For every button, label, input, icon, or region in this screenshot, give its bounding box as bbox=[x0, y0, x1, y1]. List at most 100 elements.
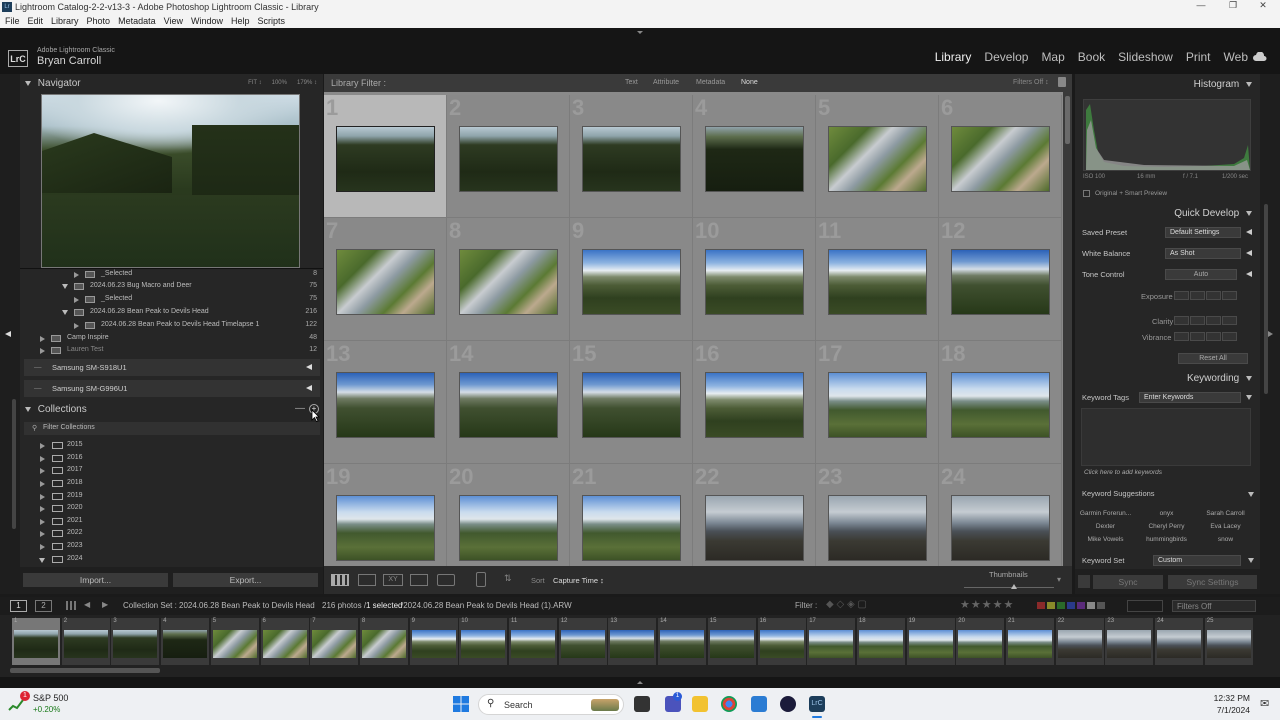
expand-icon[interactable] bbox=[40, 494, 45, 500]
keyword-suggestion[interactable]: Garmin Forerun... bbox=[1078, 510, 1133, 517]
clarity-minus[interactable] bbox=[1190, 316, 1205, 325]
module-book[interactable]: Book bbox=[1078, 50, 1105, 64]
menu-photo[interactable]: Photo bbox=[87, 16, 111, 26]
expand-drive-icon[interactable] bbox=[306, 385, 312, 391]
filmstrip-cell[interactable]: 12 bbox=[558, 618, 607, 665]
auto-tone-button[interactable]: Auto bbox=[1165, 269, 1237, 280]
filmstrip-cell[interactable]: 24 bbox=[1155, 618, 1204, 665]
expand-icon[interactable] bbox=[40, 531, 45, 537]
filter-attribute[interactable]: Attribute bbox=[653, 79, 679, 86]
minimize-button[interactable]: — bbox=[1186, 0, 1216, 10]
keyword-tags-dropdown[interactable]: Enter Keywords bbox=[1139, 392, 1241, 403]
filter-metadata[interactable]: Metadata bbox=[696, 79, 725, 86]
menu-view[interactable]: View bbox=[164, 16, 183, 26]
photo-thumbnail[interactable] bbox=[582, 126, 681, 192]
photo-thumbnail[interactable] bbox=[951, 495, 1050, 561]
filmstrip-thumbnail[interactable] bbox=[908, 630, 953, 658]
white-balance-dropdown[interactable]: As Shot bbox=[1165, 248, 1241, 259]
grid-cell[interactable]: 21 bbox=[570, 464, 693, 566]
clarity-minus-more[interactable] bbox=[1174, 316, 1189, 325]
zoom-100[interactable]: 100% bbox=[272, 80, 287, 86]
filmstrip-thumbnail[interactable] bbox=[212, 630, 257, 658]
photo-thumbnail[interactable] bbox=[459, 495, 558, 561]
filmstrip-thumbnail[interactable] bbox=[461, 630, 506, 658]
reset-all-button[interactable]: Reset All bbox=[1178, 353, 1248, 364]
photo-thumbnail[interactable] bbox=[828, 372, 927, 438]
grid-cell[interactable]: 23 bbox=[816, 464, 939, 566]
sort-direction-icon[interactable]: ⇅ bbox=[504, 573, 512, 584]
photo-thumbnail[interactable] bbox=[705, 372, 804, 438]
collection-set-row[interactable]: 2024 bbox=[20, 554, 323, 566]
folder-row[interactable]: Camp Inspire 48 bbox=[20, 333, 323, 345]
yellow-label-icon[interactable] bbox=[1047, 602, 1055, 609]
notification-bell-icon[interactable]: ✉ bbox=[1260, 697, 1269, 710]
sync-settings-button[interactable]: Sync Settings bbox=[1168, 575, 1257, 589]
primary-window-button[interactable]: 1 bbox=[10, 600, 27, 612]
purple-label-icon[interactable] bbox=[1077, 602, 1085, 609]
filmstrip-cell[interactable]: 17 bbox=[807, 618, 856, 665]
filmstrip-thumbnail[interactable] bbox=[511, 630, 555, 658]
drive-row[interactable]: — Samsung SM-G996U1 bbox=[24, 380, 320, 397]
collection-set-row[interactable]: 2021 bbox=[20, 516, 323, 528]
menu-scripts[interactable]: Scripts bbox=[258, 16, 286, 26]
filmstrip-thumbnail[interactable] bbox=[163, 630, 208, 658]
keyword-set-menu-icon[interactable] bbox=[1248, 558, 1254, 563]
zoom-fit[interactable]: FIT ↕ bbox=[248, 80, 262, 86]
keyword-suggestion[interactable]: snow bbox=[1198, 536, 1253, 543]
photo-thumbnail[interactable] bbox=[951, 372, 1050, 438]
grid-cell[interactable]: 15 bbox=[570, 341, 693, 464]
filmstrip-cell[interactable]: 23 bbox=[1105, 618, 1154, 665]
expand-icon[interactable] bbox=[40, 544, 45, 550]
clarity-plus-more[interactable] bbox=[1222, 316, 1237, 325]
auto-sync-toggle[interactable] bbox=[1078, 575, 1090, 588]
terminal-icon[interactable] bbox=[780, 696, 796, 712]
collection-set-row[interactable]: 2015 bbox=[20, 440, 323, 452]
photo-thumbnail[interactable] bbox=[828, 495, 927, 561]
keyword-suggestion[interactable]: Sarah Carroll bbox=[1198, 510, 1253, 517]
filmstrip-cell[interactable]: 8 bbox=[359, 618, 408, 665]
keyword-suggestion[interactable]: Dexter bbox=[1078, 523, 1133, 530]
collection-set-row[interactable]: 2020 bbox=[20, 503, 323, 515]
filmstrip-cell[interactable]: 4 bbox=[161, 618, 210, 665]
collection-set-row[interactable]: 2017 bbox=[20, 465, 323, 477]
grid-cell[interactable]: 16 bbox=[693, 341, 816, 464]
filter-text[interactable]: Text bbox=[625, 79, 638, 86]
module-slideshow[interactable]: Slideshow bbox=[1118, 50, 1173, 64]
folder-row[interactable]: 2024.06.28 Bean Peak to Devils Head 216 bbox=[20, 307, 323, 319]
cloud-sync-icon[interactable] bbox=[1253, 52, 1267, 62]
folder-row[interactable]: Lauren Test 12 bbox=[20, 345, 323, 357]
forward-arrow-icon[interactable]: ▶ bbox=[102, 600, 108, 609]
photo-thumbnail[interactable] bbox=[951, 249, 1050, 315]
drive-row[interactable]: — Samsung SM-S918U1 bbox=[24, 359, 320, 376]
vibrance-plus-more[interactable] bbox=[1222, 332, 1237, 341]
exposure-minus-more[interactable] bbox=[1174, 291, 1189, 300]
import-button[interactable]: Import... bbox=[23, 573, 168, 587]
expand-icon[interactable] bbox=[40, 481, 45, 487]
grid-cell[interactable]: 19 bbox=[324, 464, 447, 566]
menu-edit[interactable]: Edit bbox=[28, 16, 44, 26]
filmstrip-scroll-thumb[interactable] bbox=[10, 668, 160, 673]
expand-icon[interactable] bbox=[40, 443, 45, 449]
saved-preset-dropdown[interactable]: Default Settings bbox=[1165, 227, 1241, 238]
filmstrip-cell[interactable]: 3 bbox=[111, 618, 160, 665]
menu-help[interactable]: Help bbox=[231, 16, 250, 26]
filmstrip-thumbnail[interactable] bbox=[759, 630, 804, 658]
folder-row[interactable]: _Selected 8 bbox=[20, 269, 323, 281]
grid-scrollbar[interactable] bbox=[1063, 92, 1072, 566]
folder-row[interactable]: 2024.06.28 Bean Peak to Devils Head Time… bbox=[20, 320, 323, 332]
zoom-custom[interactable]: 179% ↕ bbox=[297, 80, 317, 86]
blue-label-icon[interactable] bbox=[1067, 602, 1075, 609]
keyword-suggestion[interactable]: Mike Vowels bbox=[1078, 536, 1133, 543]
close-button[interactable]: ✕ bbox=[1248, 0, 1278, 11]
lock-icon[interactable] bbox=[1058, 77, 1066, 87]
expand-icon[interactable] bbox=[40, 519, 45, 525]
photo-thumbnail[interactable] bbox=[459, 372, 558, 438]
photo-thumbnail[interactable] bbox=[459, 126, 558, 192]
expand-icon[interactable] bbox=[40, 506, 45, 512]
filmstrip-thumbnail[interactable] bbox=[411, 630, 456, 658]
star-rating-filter[interactable]: ★★★★★ bbox=[960, 598, 1014, 611]
lightroom-taskbar-icon[interactable]: LrC bbox=[809, 696, 825, 712]
expand-wb-icon[interactable] bbox=[1246, 250, 1252, 256]
grid-cell[interactable]: 13 bbox=[324, 341, 447, 464]
flag-filter-icons[interactable]: ◆ ◇ ◈ ▢ bbox=[826, 599, 867, 610]
